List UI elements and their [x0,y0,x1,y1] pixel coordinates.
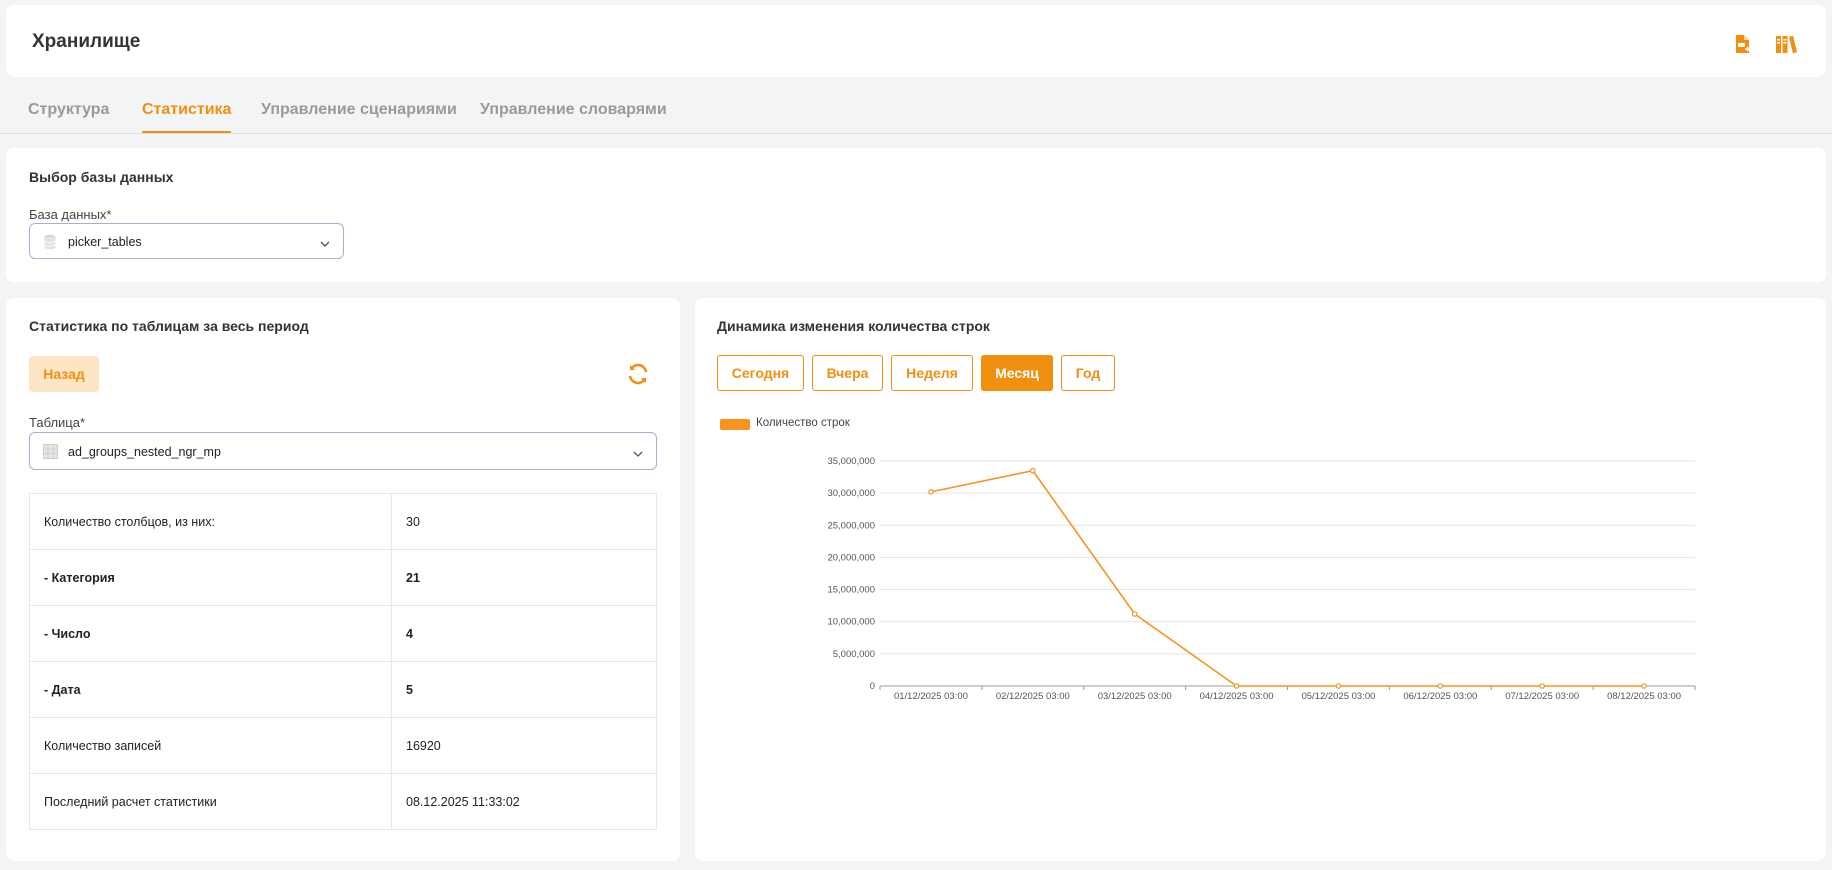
x-tick-label: 08/12/2025 03:00 [1607,691,1681,702]
data-point [1335,683,1342,689]
table-grid-icon [43,444,58,464]
row-count-line-chart: 0 5,000,000 10,000,000 15,000,000 20,000,000… [827,456,1696,702]
x-tick-label: 07/12/2025 03:00 [1505,691,1579,702]
x-tick-label: 03/12/2025 03:00 [1098,691,1172,702]
stat-value: 21 [391,549,657,606]
stat-name: - Категория [29,549,392,606]
stat-value: 16920 [391,717,657,774]
x-tick-label: 02/12/2025 03:00 [996,691,1070,702]
data-point [1030,467,1036,474]
data-point [1539,683,1545,689]
database-selection-card: Выбор базы данных База данных* picker_ta… [6,148,1826,282]
table-row: Последний расчет статистики 08.12.2025 1… [29,773,657,830]
tab-dictionary-management[interactable]: Управление словарями [480,101,667,119]
stat-name: - Число [29,605,392,662]
stat-value: 5 [391,661,657,718]
tab-structure[interactable]: Структура [28,101,109,119]
y-tick-label: 30,000,000 [827,488,875,499]
data-point [1641,683,1647,689]
y-tick-label: 20,000,000 [827,552,875,563]
data-point [1437,683,1444,689]
stat-value: 4 [391,605,657,662]
table-row: Количество записей 16920 [29,717,657,774]
tab-statistics[interactable]: Статистика [142,101,232,133]
x-tick-label: 06/12/2025 03:00 [1403,691,1477,702]
x-tick-label: 01/12/2025 03:00 [894,691,968,702]
database-selection-title: Выбор базы данных [29,169,174,185]
chevron-down-icon [319,236,331,254]
row-dynamics-card: Динамика изменения количества строк Сего… [695,298,1826,861]
table-statistics-title: Статистика по таблицам за весь период [29,318,309,334]
tab-scenario-management[interactable]: Управление сценариями [261,101,457,119]
app-header: Хранилище [6,5,1826,77]
database-icon [43,234,57,255]
table-row: - Число 4 [29,605,657,662]
table-row: - Дата 5 [29,661,657,718]
table-select[interactable]: ad_groups_nested_ngr_mp [29,432,657,470]
y-tick-label: 35,000,000 [827,456,875,467]
x-tick-label: 04/12/2025 03:00 [1200,691,1274,702]
library-books-icon[interactable] [1773,31,1799,57]
stat-value: 30 [391,493,657,550]
page-title: Хранилище [32,31,141,52]
stat-name: Последний расчет статистики [29,773,392,830]
stat-value: 08.12.2025 11:33:02 [391,773,657,830]
table-select-value: ad_groups_nested_ngr_mp [68,445,221,459]
x-tick-label: 05/12/2025 03:00 [1301,691,1375,702]
table-row: Количество столбцов, из них: 30 [29,493,657,550]
database-select-value: picker_tables [68,235,142,249]
refresh-icon[interactable] [626,362,650,391]
y-tick-label: 25,000,000 [827,520,875,531]
statistics-table: Количество столбцов, из них: 30 - Катего… [29,493,657,830]
stat-name: Количество записей [29,717,392,774]
data-point [1131,611,1138,617]
database-label: База данных* [29,207,112,222]
stat-name: - Дата [29,661,392,718]
table-row: - Категория 21 [29,549,657,606]
table-label: Таблица* [29,415,86,430]
table-statistics-card: Статистика по таблицам за весь период На… [6,298,680,861]
y-tick-label: 15,000,000 [827,585,875,596]
y-tick-label: 0 [870,681,875,692]
y-tick-label: 5,000,000 [833,649,875,660]
data-point [1233,683,1240,689]
database-select[interactable]: picker_tables [29,223,344,259]
stat-name: Количество столбцов, из них: [29,493,392,550]
data-point [928,489,934,495]
tab-bar: Структура Статистика Управление сценария… [0,86,1832,134]
file-export-icon[interactable] [1729,31,1755,57]
back-button[interactable]: Назад [29,356,99,392]
y-tick-label: 10,000,000 [827,617,875,628]
chevron-down-icon [632,446,644,464]
